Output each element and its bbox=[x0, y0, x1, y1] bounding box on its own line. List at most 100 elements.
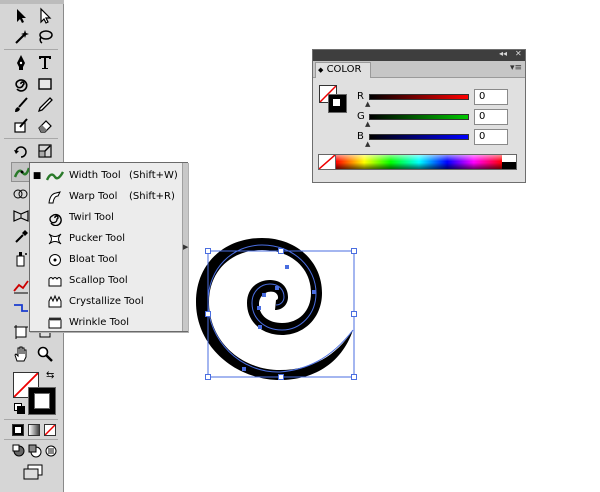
scale-icon bbox=[38, 144, 52, 158]
lasso-icon bbox=[39, 30, 53, 44]
rotate-icon bbox=[14, 146, 27, 158]
flyout-item-pucker-tool[interactable]: Pucker Tool bbox=[30, 228, 182, 249]
spiral-artwork[interactable] bbox=[196, 238, 353, 380]
stroke-swatch[interactable] bbox=[28, 387, 56, 415]
panel-menu-icon[interactable]: ▾≡ bbox=[510, 63, 522, 73]
tools-panel-grip[interactable] bbox=[0, 0, 64, 4]
tools-divider bbox=[4, 419, 58, 420]
pencil-tool[interactable] bbox=[34, 95, 56, 115]
magic-wand-tool[interactable] bbox=[10, 27, 32, 47]
default-fill-stroke-icon[interactable] bbox=[14, 403, 25, 414]
flyout-item-warp-tool[interactable]: Warp Tool (Shift+R) bbox=[30, 186, 182, 207]
screen-mode-button[interactable] bbox=[22, 464, 44, 480]
channel-g-value[interactable]: 0 bbox=[474, 109, 508, 125]
tab-cycle-icon[interactable]: ◆ bbox=[318, 66, 323, 74]
paintbrush-tool[interactable] bbox=[10, 95, 32, 115]
anchor-point[interactable] bbox=[285, 265, 289, 269]
tools-divider bbox=[4, 439, 58, 440]
type-t-icon bbox=[39, 56, 51, 69]
flyout-item-label: Scallop Tool bbox=[69, 275, 128, 286]
eyedropper-icon bbox=[15, 230, 28, 243]
pencil-icon bbox=[37, 97, 53, 113]
zoom-tool[interactable] bbox=[34, 344, 56, 364]
slider-thumb-icon[interactable]: ▲ bbox=[365, 141, 370, 148]
spectrum-none-icon bbox=[319, 155, 336, 169]
rotate-tool[interactable] bbox=[10, 141, 32, 161]
flyout-item-wrinkle-tool[interactable]: Wrinkle Tool bbox=[30, 312, 182, 333]
close-panel-icon[interactable]: ✕ bbox=[515, 49, 522, 58]
none-mode-button[interactable] bbox=[44, 424, 56, 436]
none-slash-icon bbox=[45, 425, 55, 435]
channel-g-slider[interactable] bbox=[369, 114, 469, 120]
spiral-fill[interactable] bbox=[196, 238, 353, 380]
type-tool[interactable] bbox=[34, 52, 56, 72]
flyout-item-label: Crystallize Tool bbox=[69, 296, 144, 307]
rectangle-icon bbox=[38, 78, 52, 90]
lasso-tool[interactable] bbox=[34, 27, 56, 47]
bloat-tool-icon bbox=[44, 251, 66, 269]
width-tool-icon bbox=[44, 167, 66, 185]
bbox-handle[interactable] bbox=[278, 248, 284, 254]
scale-tool[interactable] bbox=[34, 141, 56, 161]
slider-thumb-icon[interactable]: ▲ bbox=[365, 101, 370, 108]
tearoff-arrow-icon: ▶ bbox=[183, 243, 189, 251]
color-panel-titlebar[interactable]: ◂◂ ✕ bbox=[313, 49, 525, 61]
channel-r-slider[interactable] bbox=[369, 94, 469, 100]
flyout-item-width-tool[interactable]: ■ Width Tool (Shift+W) bbox=[30, 165, 182, 186]
direct-selection-tool[interactable] bbox=[34, 6, 56, 26]
spectrum-black-swatch[interactable] bbox=[502, 162, 516, 169]
spectrum-ramp[interactable] bbox=[336, 155, 502, 169]
spectrum-white-swatch[interactable] bbox=[502, 155, 516, 162]
color-mode-button[interactable] bbox=[12, 424, 24, 436]
channel-r-value[interactable]: 0 bbox=[474, 89, 508, 105]
screen-mode-icon bbox=[23, 464, 43, 480]
selection-tool[interactable] bbox=[10, 6, 32, 26]
paintbrush-icon bbox=[15, 97, 28, 112]
flyout-item-scallop-tool[interactable]: Scallop Tool bbox=[30, 270, 182, 291]
bbox-handle[interactable] bbox=[205, 374, 211, 380]
bbox-handle[interactable] bbox=[205, 248, 211, 254]
magic-wand-icon bbox=[15, 30, 29, 44]
tools-divider bbox=[4, 138, 58, 139]
channel-b-value[interactable]: 0 bbox=[474, 129, 508, 145]
flyout-item-label: Wrinkle Tool bbox=[69, 317, 129, 328]
flyout-item-label: Width Tool bbox=[69, 170, 121, 181]
twirl-tool-icon bbox=[44, 209, 66, 227]
gradient-mode-button[interactable] bbox=[28, 424, 40, 436]
color-spectrum[interactable] bbox=[318, 154, 517, 170]
channel-b-slider[interactable] bbox=[369, 134, 469, 140]
swap-fill-stroke-icon[interactable]: ⇆ bbox=[46, 370, 54, 381]
flyout-item-crystallize-tool[interactable]: Crystallize Tool bbox=[30, 291, 182, 312]
flyout-item-bloat-tool[interactable]: Bloat Tool bbox=[30, 249, 182, 270]
bbox-handle[interactable] bbox=[351, 248, 357, 254]
slider-thumb-icon[interactable]: ▲ bbox=[365, 121, 370, 128]
wrinkle-tool-icon bbox=[44, 314, 66, 332]
stroke-swatch-hole bbox=[34, 393, 50, 409]
bbox-handle[interactable] bbox=[205, 311, 211, 317]
flyout-item-shortcut: (Shift+R) bbox=[129, 191, 175, 202]
bbox-handle[interactable] bbox=[351, 374, 357, 380]
pen-tool[interactable] bbox=[10, 52, 32, 72]
bbox-handle[interactable] bbox=[278, 374, 284, 380]
flyout-item-label: Warp Tool bbox=[69, 191, 118, 202]
bbox-handle[interactable] bbox=[351, 311, 357, 317]
hand-tool[interactable] bbox=[10, 344, 32, 364]
tools-divider bbox=[4, 49, 58, 50]
draw-inside-icon bbox=[45, 445, 57, 457]
collapse-panel-icon[interactable]: ◂◂ bbox=[499, 49, 507, 58]
hand-icon bbox=[14, 346, 27, 362]
pucker-tool-icon bbox=[44, 230, 66, 248]
eraser-tool[interactable] bbox=[34, 116, 56, 136]
spectrum-none-swatch[interactable] bbox=[319, 155, 336, 169]
flyout-item-twirl-tool[interactable]: Twirl Tool bbox=[30, 207, 182, 228]
spiral-tool[interactable] bbox=[10, 74, 32, 94]
tab-color[interactable]: ◆ COLOR bbox=[315, 62, 371, 78]
blob-brush-tool[interactable] bbox=[10, 116, 32, 136]
rectangle-tool[interactable] bbox=[34, 74, 56, 94]
draw-mode-inside[interactable] bbox=[40, 441, 62, 461]
panel-stroke-swatch[interactable] bbox=[328, 94, 347, 113]
tab-color-label: COLOR bbox=[326, 64, 362, 75]
color-panel-tabrow: ◆ COLOR ▾≡ bbox=[313, 61, 525, 78]
slice-icon bbox=[14, 304, 28, 312]
selection-arrow-icon bbox=[17, 9, 26, 23]
